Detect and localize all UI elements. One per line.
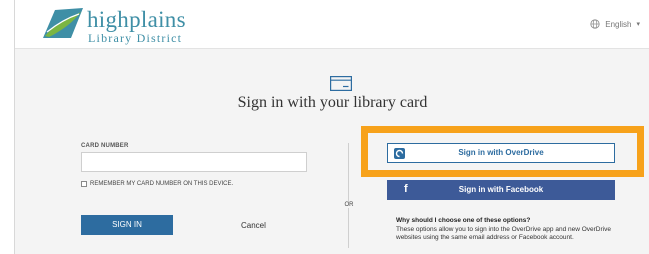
globe-icon — [590, 19, 600, 29]
facebook-signin-label: Sign in with Facebook — [458, 185, 544, 194]
library-logo[interactable]: highplains Library District — [43, 8, 243, 46]
card-number-label: CARD NUMBER — [81, 143, 129, 149]
page-title: Sign in with your library card — [237, 94, 428, 111]
card-number-input[interactable] — [81, 152, 307, 172]
cancel-link[interactable]: Cancel — [241, 221, 266, 230]
page-frame: highplains Library District English ▾ Si… — [14, 0, 649, 254]
site-header: highplains Library District English ▾ — [15, 0, 649, 49]
remember-checkbox[interactable] — [81, 181, 87, 187]
logo-wordmark: highplains — [87, 7, 186, 32]
why-options-info: Why should I choose one of these options… — [396, 217, 616, 242]
highlight-box — [361, 126, 644, 177]
signin-panel: Sign in with your library card CARD NUMB… — [15, 49, 649, 254]
vertical-divider — [348, 143, 349, 248]
remember-card-row[interactable]: REMEMBER MY CARD NUMBER ON THIS DEVICE. — [81, 181, 233, 187]
library-card-icon — [330, 76, 352, 91]
why-answer: These options allow you to sign into the… — [396, 226, 611, 241]
sign-in-button[interactable]: SIGN IN — [81, 215, 173, 235]
logo-subtitle: Library District — [88, 31, 183, 45]
language-selector[interactable]: English ▾ — [590, 19, 640, 29]
language-label: English — [605, 19, 632, 29]
facebook-signin-button[interactable]: f Sign in with Facebook — [387, 180, 615, 200]
or-separator: OR — [333, 202, 365, 208]
why-question: Why should I choose one of these options… — [396, 217, 531, 224]
remember-label: REMEMBER MY CARD NUMBER ON THIS DEVICE. — [90, 181, 234, 187]
chevron-down-icon: ▾ — [636, 21, 640, 28]
card-number-group: CARD NUMBER — [81, 143, 129, 149]
logo-mark-icon — [43, 8, 83, 38]
